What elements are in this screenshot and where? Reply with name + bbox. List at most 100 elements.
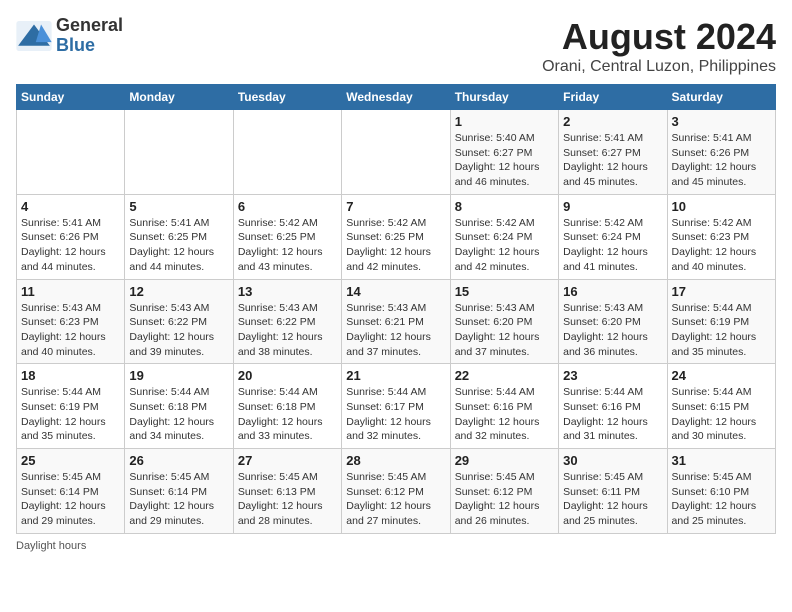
day-number: 8 bbox=[455, 199, 554, 214]
day-number: 7 bbox=[346, 199, 445, 214]
day-number: 9 bbox=[563, 199, 662, 214]
day-number: 14 bbox=[346, 284, 445, 299]
day-info: Sunrise: 5:44 AMSunset: 6:19 PMDaylight:… bbox=[672, 301, 771, 360]
weekday-header: Friday bbox=[559, 85, 667, 110]
day-number: 23 bbox=[563, 368, 662, 383]
day-info: Sunrise: 5:41 AMSunset: 6:25 PMDaylight:… bbox=[129, 216, 228, 275]
day-info: Sunrise: 5:41 AMSunset: 6:27 PMDaylight:… bbox=[563, 131, 662, 190]
day-number: 30 bbox=[563, 453, 662, 468]
day-info: Sunrise: 5:45 AMSunset: 6:10 PMDaylight:… bbox=[672, 470, 771, 529]
day-info: Sunrise: 5:44 AMSunset: 6:15 PMDaylight:… bbox=[672, 385, 771, 444]
calendar-day-cell: 4 Sunrise: 5:41 AMSunset: 6:26 PMDaylight… bbox=[17, 194, 125, 279]
day-number: 26 bbox=[129, 453, 228, 468]
day-info: Sunrise: 5:45 AMSunset: 6:14 PMDaylight:… bbox=[21, 470, 120, 529]
calendar-day-cell: 1 Sunrise: 5:40 AMSunset: 6:27 PMDaylight… bbox=[450, 110, 558, 195]
day-info: Sunrise: 5:44 AMSunset: 6:17 PMDaylight:… bbox=[346, 385, 445, 444]
day-number: 27 bbox=[238, 453, 337, 468]
logo-text: General Blue bbox=[56, 16, 123, 56]
day-info: Sunrise: 5:41 AMSunset: 6:26 PMDaylight:… bbox=[672, 131, 771, 190]
calendar-day-cell bbox=[342, 110, 450, 195]
calendar-day-cell: 24Sunrise: 5:44 AMSunset: 6:15 PMDayligh… bbox=[667, 364, 775, 449]
calendar-day-cell: 7 Sunrise: 5:42 AMSunset: 6:25 PMDaylight… bbox=[342, 194, 450, 279]
calendar-table: SundayMondayTuesdayWednesdayThursdayFrid… bbox=[16, 84, 776, 534]
day-info: Sunrise: 5:44 AMSunset: 6:19 PMDaylight:… bbox=[21, 385, 120, 444]
day-info: Sunrise: 5:43 AMSunset: 6:22 PMDaylight:… bbox=[238, 301, 337, 360]
calendar-day-cell: 29Sunrise: 5:45 AMSunset: 6:12 PMDayligh… bbox=[450, 449, 558, 534]
day-number: 19 bbox=[129, 368, 228, 383]
day-number: 15 bbox=[455, 284, 554, 299]
weekday-header: Saturday bbox=[667, 85, 775, 110]
day-number: 11 bbox=[21, 284, 120, 299]
calendar-day-cell: 28 Sunrise: 5:45 AMSunset: 6:12 PMDayligh… bbox=[342, 449, 450, 534]
calendar-day-cell: 27Sunrise: 5:45 AMSunset: 6:13 PMDayligh… bbox=[233, 449, 341, 534]
calendar-day-cell: 10 Sunrise: 5:42 AMSunset: 6:23 PMDayligh… bbox=[667, 194, 775, 279]
calendar-day-cell: 2 Sunrise: 5:41 AMSunset: 6:27 PMDaylight… bbox=[559, 110, 667, 195]
day-info: Sunrise: 5:45 AMSunset: 6:11 PMDaylight:… bbox=[563, 470, 662, 529]
day-number: 3 bbox=[672, 114, 771, 129]
day-info: Sunrise: 5:45 AMSunset: 6:12 PMDaylight:… bbox=[346, 470, 445, 529]
day-info: Sunrise: 5:41 AMSunset: 6:26 PMDaylight:… bbox=[21, 216, 120, 275]
day-info: Sunrise: 5:42 AMSunset: 6:24 PMDaylight:… bbox=[455, 216, 554, 275]
day-info: Sunrise: 5:40 AMSunset: 6:27 PMDaylight:… bbox=[455, 131, 554, 190]
calendar-day-cell: 30 Sunrise: 5:45 AMSunset: 6:11 PMDayligh… bbox=[559, 449, 667, 534]
calendar-week-row: 11 Sunrise: 5:43 AMSunset: 6:23 PMDayligh… bbox=[17, 279, 776, 364]
logo: General Blue bbox=[16, 16, 123, 56]
day-number: 28 bbox=[346, 453, 445, 468]
calendar-day-cell: 15Sunrise: 5:43 AMSunset: 6:20 PMDayligh… bbox=[450, 279, 558, 364]
page-title: August 2024 bbox=[542, 16, 776, 58]
day-number: 21 bbox=[346, 368, 445, 383]
day-info: Sunrise: 5:44 AMSunset: 6:18 PMDaylight:… bbox=[129, 385, 228, 444]
day-number: 17 bbox=[672, 284, 771, 299]
calendar-day-cell: 12Sunrise: 5:43 AMSunset: 6:22 PMDayligh… bbox=[125, 279, 233, 364]
day-number: 22 bbox=[455, 368, 554, 383]
calendar-day-cell: 21 Sunrise: 5:44 AMSunset: 6:17 PMDayligh… bbox=[342, 364, 450, 449]
day-number: 31 bbox=[672, 453, 771, 468]
calendar-day-cell: 20Sunrise: 5:44 AMSunset: 6:18 PMDayligh… bbox=[233, 364, 341, 449]
day-info: Sunrise: 5:45 AMSunset: 6:14 PMDaylight:… bbox=[129, 470, 228, 529]
day-number: 1 bbox=[455, 114, 554, 129]
calendar-day-cell: 9Sunrise: 5:42 AMSunset: 6:24 PMDaylight… bbox=[559, 194, 667, 279]
calendar-header: SundayMondayTuesdayWednesdayThursdayFrid… bbox=[17, 85, 776, 110]
calendar-day-cell: 17 Sunrise: 5:44 AMSunset: 6:19 PMDayligh… bbox=[667, 279, 775, 364]
day-number: 6 bbox=[238, 199, 337, 214]
page-subtitle: Orani, Central Luzon, Philippines bbox=[542, 58, 776, 76]
day-info: Sunrise: 5:44 AMSunset: 6:16 PMDaylight:… bbox=[455, 385, 554, 444]
calendar-day-cell: 16 Sunrise: 5:43 AMSunset: 6:20 PMDayligh… bbox=[559, 279, 667, 364]
calendar-day-cell: 3 Sunrise: 5:41 AMSunset: 6:26 PMDaylight… bbox=[667, 110, 775, 195]
day-number: 16 bbox=[563, 284, 662, 299]
calendar-day-cell: 26 Sunrise: 5:45 AMSunset: 6:14 PMDayligh… bbox=[125, 449, 233, 534]
calendar-day-cell: 19 Sunrise: 5:44 AMSunset: 6:18 PMDayligh… bbox=[125, 364, 233, 449]
day-number: 25 bbox=[21, 453, 120, 468]
calendar-week-row: 18 Sunrise: 5:44 AMSunset: 6:19 PMDayligh… bbox=[17, 364, 776, 449]
calendar-day-cell: 22 Sunrise: 5:44 AMSunset: 6:16 PMDayligh… bbox=[450, 364, 558, 449]
day-number: 10 bbox=[672, 199, 771, 214]
page-header: General Blue August 2024 Orani, Central … bbox=[16, 16, 776, 76]
calendar-day-cell: 25 Sunrise: 5:45 AMSunset: 6:14 PMDayligh… bbox=[17, 449, 125, 534]
weekday-header: Wednesday bbox=[342, 85, 450, 110]
day-info: Sunrise: 5:42 AMSunset: 6:25 PMDaylight:… bbox=[346, 216, 445, 275]
day-number: 13 bbox=[238, 284, 337, 299]
day-info: Sunrise: 5:42 AMSunset: 6:23 PMDaylight:… bbox=[672, 216, 771, 275]
calendar-day-cell: 5 Sunrise: 5:41 AMSunset: 6:25 PMDaylight… bbox=[125, 194, 233, 279]
calendar-week-row: 1 Sunrise: 5:40 AMSunset: 6:27 PMDaylight… bbox=[17, 110, 776, 195]
calendar-week-row: 4 Sunrise: 5:41 AMSunset: 6:26 PMDaylight… bbox=[17, 194, 776, 279]
weekday-header: Monday bbox=[125, 85, 233, 110]
footer-note: Daylight hours bbox=[16, 540, 776, 552]
calendar-day-cell: 31 Sunrise: 5:45 AMSunset: 6:10 PMDayligh… bbox=[667, 449, 775, 534]
day-info: Sunrise: 5:43 AMSunset: 6:20 PMDaylight:… bbox=[563, 301, 662, 360]
day-number: 4 bbox=[21, 199, 120, 214]
weekday-header: Thursday bbox=[450, 85, 558, 110]
day-info: Sunrise: 5:43 AMSunset: 6:23 PMDaylight:… bbox=[21, 301, 120, 360]
title-block: August 2024 Orani, Central Luzon, Philip… bbox=[542, 16, 776, 76]
day-info: Sunrise: 5:43 AMSunset: 6:22 PMDaylight:… bbox=[129, 301, 228, 360]
day-number: 5 bbox=[129, 199, 228, 214]
calendar-day-cell bbox=[233, 110, 341, 195]
calendar-day-cell: 13 Sunrise: 5:43 AMSunset: 6:22 PMDayligh… bbox=[233, 279, 341, 364]
day-number: 2 bbox=[563, 114, 662, 129]
day-number: 18 bbox=[21, 368, 120, 383]
calendar-day-cell: 6Sunrise: 5:42 AMSunset: 6:25 PMDaylight… bbox=[233, 194, 341, 279]
day-info: Sunrise: 5:44 AMSunset: 6:16 PMDaylight:… bbox=[563, 385, 662, 444]
weekday-header: Tuesday bbox=[233, 85, 341, 110]
weekday-row: SundayMondayTuesdayWednesdayThursdayFrid… bbox=[17, 85, 776, 110]
day-info: Sunrise: 5:43 AMSunset: 6:21 PMDaylight:… bbox=[346, 301, 445, 360]
